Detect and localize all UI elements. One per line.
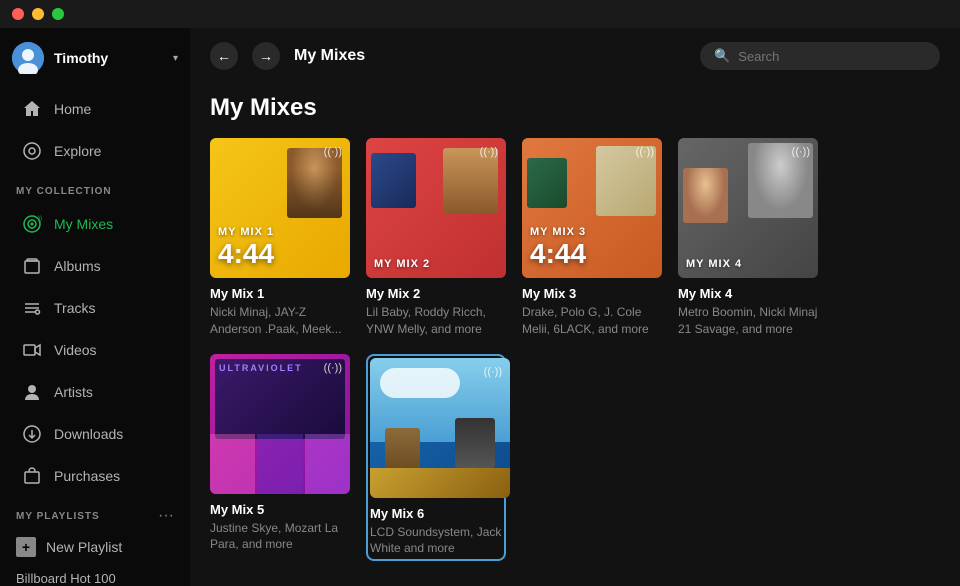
mix2-name: My Mix 2: [366, 286, 506, 301]
mix5-artists: Justine Skye, Mozart La Para, and more: [210, 520, 350, 554]
mix1-name: My Mix 1: [210, 286, 350, 301]
search-input[interactable]: [738, 49, 926, 64]
radio-icon-5: ((·)): [324, 362, 342, 374]
sidebar-item-albums[interactable]: Albums: [6, 246, 184, 286]
chevron-down-icon: ▾: [173, 53, 178, 64]
mix5-name: My Mix 5: [210, 502, 350, 517]
avatar: [12, 42, 44, 74]
minimize-button[interactable]: [32, 8, 44, 20]
sidebar-item-videos[interactable]: Videos: [6, 330, 184, 370]
svg-text:)): )): [38, 216, 42, 222]
mix6-artists: LCD Soundsystem, Jack White and more: [370, 524, 502, 558]
radio-icon-1: ((·)): [324, 146, 342, 158]
mix-card-2[interactable]: ((·)) MY MIX 2 My Mix 2 Lil Baby, Roddy …: [366, 138, 506, 338]
playlists-more-button[interactable]: ···: [158, 507, 174, 525]
radio-icon-6: ((·)): [484, 366, 502, 378]
sidebar-item-purchases-label: Purchases: [54, 468, 120, 484]
sidebar-item-home-label: Home: [54, 101, 91, 117]
new-playlist-label: New Playlist: [46, 539, 122, 555]
playlists-label: MY PLAYLISTS: [16, 511, 100, 522]
titlebar: [0, 0, 960, 28]
sidebar: Timothy ▾ Home Explore MY COLLECTION: [0, 28, 190, 586]
radio-icon-3: ((·)): [636, 146, 654, 158]
mix3-artists: Drake, Polo G, J. Cole Melii, 6LACK, and…: [522, 304, 662, 338]
mix3-name: My Mix 3: [522, 286, 662, 301]
section-title: My Mixes: [210, 94, 940, 122]
mix4-artists: Metro Boomin, Nicki Minaj 21 Savage, and…: [678, 304, 818, 338]
sidebar-item-explore[interactable]: Explore: [6, 131, 184, 171]
mix-card-5[interactable]: ULTRAVIOLET ((·)) MY MIX 5: [210, 354, 350, 562]
username: Timothy: [54, 50, 173, 66]
tracks-icon: [22, 298, 42, 318]
sidebar-item-purchases[interactable]: Purchases: [6, 456, 184, 496]
downloads-icon: [22, 424, 42, 444]
sidebar-item-downloads[interactable]: Downloads: [6, 414, 184, 454]
explore-icon: [22, 141, 42, 161]
sidebar-item-albums-label: Albums: [54, 258, 101, 274]
search-bar[interactable]: 🔍: [700, 42, 940, 70]
new-playlist-button[interactable]: + New Playlist: [0, 529, 190, 565]
mix-thumbnail-5: ULTRAVIOLET ((·)) MY MIX 5: [210, 354, 350, 494]
mix-card-1[interactable]: ((·)) MY MIX 1 4:44 My Mix 1 Nicki Minaj…: [210, 138, 350, 338]
mix1-artists: Nicki Minaj, JAY-Z Anderson .Paak, Meek.…: [210, 304, 350, 338]
sidebar-item-tracks[interactable]: Tracks: [6, 288, 184, 328]
close-button[interactable]: [12, 8, 24, 20]
mix-card-6[interactable]: ((·)) MY MIX 6 My Mix 6 LCD Soundsystem,…: [366, 354, 506, 562]
maximize-button[interactable]: [52, 8, 64, 20]
mix2-label: MY MIX 2: [374, 258, 430, 270]
mix-thumbnail-3: ((·)) MY MIX 3 4:44: [522, 138, 662, 278]
sidebar-item-explore-label: Explore: [54, 143, 101, 159]
content-area: My Mixes ((·)) MY MIX 1 4:44: [190, 84, 960, 586]
main-content: ← → My Mixes 🔍 My Mixes: [190, 28, 960, 586]
sidebar-item-artists[interactable]: Artists: [6, 372, 184, 412]
sidebar-item-artists-label: Artists: [54, 384, 93, 400]
mix-thumbnail-6: ((·)) MY MIX 6: [370, 358, 510, 498]
albums-icon: [22, 256, 42, 276]
plus-icon: +: [16, 537, 36, 557]
mix1-number: 4:44: [218, 238, 274, 270]
mixes-grid: ((·)) MY MIX 1 4:44 My Mix 1 Nicki Minaj…: [210, 138, 940, 561]
mix-card-4[interactable]: ((·)) MY MIX 4 My Mix 4 Metro Boomin, Ni…: [678, 138, 818, 338]
search-icon: 🔍: [714, 48, 730, 64]
back-button[interactable]: ←: [210, 42, 238, 70]
sidebar-item-downloads-label: Downloads: [54, 426, 123, 442]
home-icon: [22, 99, 42, 119]
collection-label: MY COLLECTION: [0, 172, 190, 203]
mix-card-3[interactable]: ((·)) MY MIX 3 4:44 My Mix 3 Drake, Polo…: [522, 138, 662, 338]
mix3-label: MY MIX 3: [530, 226, 586, 238]
mixes-icon: )): [22, 214, 42, 234]
sidebar-item-videos-label: Videos: [54, 342, 97, 358]
sidebar-item-tracks-label: Tracks: [54, 300, 95, 316]
artists-icon: [22, 382, 42, 402]
purchases-icon: [22, 466, 42, 486]
user-section[interactable]: Timothy ▾: [0, 28, 190, 88]
mix1-label: MY MIX 1: [218, 226, 274, 238]
app-layout: Timothy ▾ Home Explore MY COLLECTION: [0, 28, 960, 586]
mix3-number: 4:44: [530, 238, 586, 270]
mix-thumbnail-1: ((·)) MY MIX 1 4:44: [210, 138, 350, 278]
topbar: ← → My Mixes 🔍: [190, 28, 960, 84]
videos-icon: [22, 340, 42, 360]
mix4-label: MY MIX 4: [686, 258, 742, 270]
mix-thumbnail-4: ((·)) MY MIX 4: [678, 138, 818, 278]
playlist-item-billboard[interactable]: Billboard Hot 100: [0, 565, 190, 586]
sidebar-item-home[interactable]: Home: [6, 89, 184, 129]
mix4-name: My Mix 4: [678, 286, 818, 301]
sidebar-item-mymixes-label: My Mixes: [54, 216, 113, 232]
radio-icon-2: ((·)): [480, 146, 498, 158]
mix6-name: My Mix 6: [370, 506, 502, 521]
topbar-title: My Mixes: [294, 47, 365, 65]
mix-thumbnail-2: ((·)) MY MIX 2: [366, 138, 506, 278]
forward-button[interactable]: →: [252, 42, 280, 70]
radio-icon-4: ((·)): [792, 146, 810, 158]
playlists-header: MY PLAYLISTS ···: [0, 497, 190, 529]
mix1-art: [287, 148, 342, 218]
mix2-artists: Lil Baby, Roddy Ricch, YNW Melly, and mo…: [366, 304, 506, 338]
sidebar-item-my-mixes[interactable]: )) My Mixes: [6, 204, 184, 244]
